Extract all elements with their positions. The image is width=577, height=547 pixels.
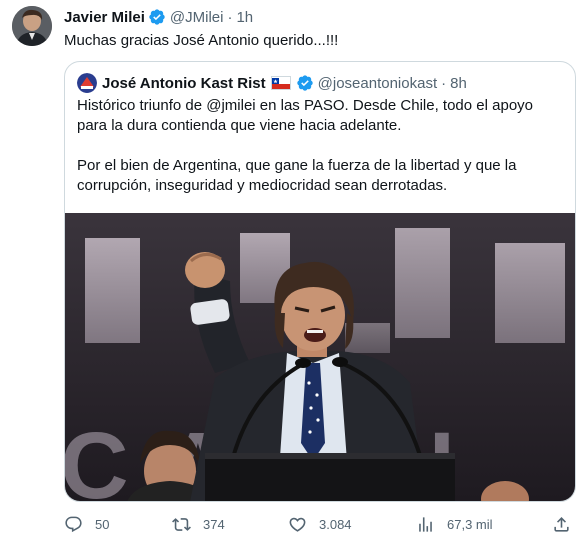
tweet: Javier Milei @JMilei · 1h Muchas gracias… [0,0,577,547]
quoted-verified-badge-icon [296,74,314,92]
reply-button[interactable]: 50 [64,512,109,536]
like-button[interactable]: 3.084 [288,512,352,536]
retweet-icon [172,517,191,531]
quoted-author-avatar[interactable] [77,73,97,93]
author-avatar[interactable] [12,6,52,46]
quoted-tweet[interactable]: José Antonio Kast Rist @joseantoniokast … [64,61,576,502]
share-icon [554,516,569,532]
share-button[interactable] [552,512,571,536]
author-handle[interactable]: @JMilei [170,9,224,26]
quoted-author-handle[interactable]: @joseantoniokast [318,75,437,92]
quoted-tweet-time[interactable]: 8h [450,75,467,92]
tweet-actions: 50 374 3.084 67,3 mil [64,512,574,536]
chile-flag-icon [270,76,291,90]
separator-dot: · [441,74,447,92]
retweet-count: 374 [203,516,225,532]
quoted-tweet-image[interactable]: CA CI [65,213,575,501]
reply-icon [65,516,82,532]
quoted-paragraph-1: Histórico triunfo de @jmilei en las PASO… [77,97,533,134]
tweet-header: Javier Milei @JMilei · 1h [64,7,253,27]
verified-badge-icon [148,8,166,26]
quoted-tweet-text: Histórico triunfo de @jmilei en las PASO… [77,96,565,196]
views-button[interactable]: 67,3 mil [416,512,493,536]
quoted-tweet-header: José Antonio Kast Rist @joseantoniokast … [77,72,467,94]
tweet-time[interactable]: 1h [236,9,253,26]
quoted-author-name[interactable]: José Antonio Kast Rist [102,75,266,92]
retweet-button[interactable]: 374 [172,512,225,536]
heart-icon [289,517,306,532]
like-count: 3.084 [319,516,352,532]
views-count: 67,3 mil [447,516,493,532]
tweet-text: Muchas gracias José Antonio querido...!!… [64,32,339,49]
separator-dot: · [227,8,233,26]
author-name[interactable]: Javier Milei [64,9,145,26]
views-icon [419,516,432,532]
quoted-paragraph-2: Por el bien de Argentina, que gane la fu… [77,157,517,194]
reply-count: 50 [95,516,110,532]
